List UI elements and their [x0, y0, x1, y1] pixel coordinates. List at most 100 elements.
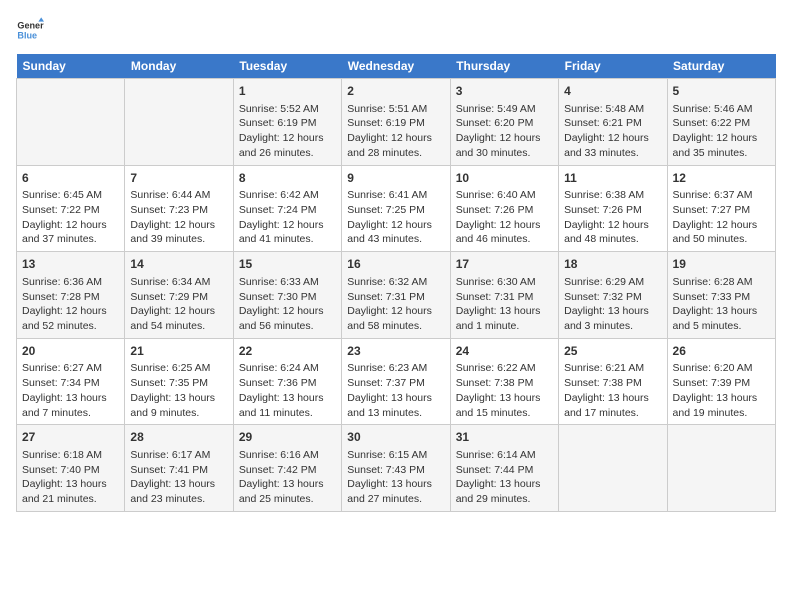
calendar-cell: 9Sunrise: 6:41 AMSunset: 7:25 PMDaylight…	[342, 165, 450, 252]
calendar-cell: 14Sunrise: 6:34 AMSunset: 7:29 PMDayligh…	[125, 252, 233, 339]
calendar-week-1: 1Sunrise: 5:52 AMSunset: 6:19 PMDaylight…	[17, 79, 776, 166]
calendar-cell: 13Sunrise: 6:36 AMSunset: 7:28 PMDayligh…	[17, 252, 125, 339]
day-content-line: Sunset: 7:38 PM	[456, 376, 553, 391]
day-content-line: Daylight: 13 hours and 3 minutes.	[564, 304, 661, 333]
day-content-line: Daylight: 12 hours and 39 minutes.	[130, 218, 227, 247]
calendar-cell: 23Sunrise: 6:23 AMSunset: 7:37 PMDayligh…	[342, 338, 450, 425]
day-content-line: Daylight: 12 hours and 43 minutes.	[347, 218, 444, 247]
day-content-line: Daylight: 13 hours and 23 minutes.	[130, 477, 227, 506]
day-number: 9	[347, 170, 444, 187]
calendar-cell: 15Sunrise: 6:33 AMSunset: 7:30 PMDayligh…	[233, 252, 341, 339]
day-content-line: Sunset: 7:30 PM	[239, 290, 336, 305]
calendar-cell: 28Sunrise: 6:17 AMSunset: 7:41 PMDayligh…	[125, 425, 233, 512]
day-number: 20	[22, 343, 119, 360]
day-content-line: Sunset: 7:31 PM	[456, 290, 553, 305]
calendar-cell: 21Sunrise: 6:25 AMSunset: 7:35 PMDayligh…	[125, 338, 233, 425]
day-content-line: Daylight: 12 hours and 33 minutes.	[564, 131, 661, 160]
day-header-tuesday: Tuesday	[233, 54, 341, 79]
calendar-cell	[559, 425, 667, 512]
day-content-line: Sunset: 6:19 PM	[239, 116, 336, 131]
day-content-line: Daylight: 13 hours and 1 minute.	[456, 304, 553, 333]
calendar-cell: 2Sunrise: 5:51 AMSunset: 6:19 PMDaylight…	[342, 79, 450, 166]
day-number: 12	[673, 170, 770, 187]
day-content-line: Sunrise: 6:45 AM	[22, 188, 119, 203]
day-number: 13	[22, 256, 119, 273]
calendar-cell: 5Sunrise: 5:46 AMSunset: 6:22 PMDaylight…	[667, 79, 775, 166]
calendar-cell: 10Sunrise: 6:40 AMSunset: 7:26 PMDayligh…	[450, 165, 558, 252]
day-content-line: Sunrise: 6:25 AM	[130, 361, 227, 376]
day-number: 2	[347, 83, 444, 100]
calendar-week-4: 20Sunrise: 6:27 AMSunset: 7:34 PMDayligh…	[17, 338, 776, 425]
day-content-line: Daylight: 13 hours and 15 minutes.	[456, 391, 553, 420]
calendar-table: SundayMondayTuesdayWednesdayThursdayFrid…	[16, 54, 776, 512]
day-number: 31	[456, 429, 553, 446]
day-content-line: Sunset: 7:41 PM	[130, 463, 227, 478]
day-content-line: Sunrise: 6:40 AM	[456, 188, 553, 203]
day-content-line: Sunrise: 6:28 AM	[673, 275, 770, 290]
day-content-line: Sunset: 7:25 PM	[347, 203, 444, 218]
day-header-thursday: Thursday	[450, 54, 558, 79]
day-number: 29	[239, 429, 336, 446]
day-content-line: Daylight: 13 hours and 7 minutes.	[22, 391, 119, 420]
day-content-line: Daylight: 12 hours and 35 minutes.	[673, 131, 770, 160]
day-number: 6	[22, 170, 119, 187]
day-content-line: Sunset: 7:28 PM	[22, 290, 119, 305]
day-number: 21	[130, 343, 227, 360]
calendar-cell: 7Sunrise: 6:44 AMSunset: 7:23 PMDaylight…	[125, 165, 233, 252]
day-content-line: Daylight: 13 hours and 21 minutes.	[22, 477, 119, 506]
calendar-cell: 30Sunrise: 6:15 AMSunset: 7:43 PMDayligh…	[342, 425, 450, 512]
day-content-line: Sunset: 7:32 PM	[564, 290, 661, 305]
day-content-line: Sunset: 6:21 PM	[564, 116, 661, 131]
day-content-line: Daylight: 12 hours and 26 minutes.	[239, 131, 336, 160]
day-number: 27	[22, 429, 119, 446]
day-number: 23	[347, 343, 444, 360]
day-number: 4	[564, 83, 661, 100]
calendar-cell: 31Sunrise: 6:14 AMSunset: 7:44 PMDayligh…	[450, 425, 558, 512]
day-content-line: Sunset: 7:39 PM	[673, 376, 770, 391]
day-number: 15	[239, 256, 336, 273]
calendar-cell: 18 Sunrise: 6:29 AMSunset: 7:32 PMDayligh…	[559, 252, 667, 339]
day-header-wednesday: Wednesday	[342, 54, 450, 79]
logo-icon: General Blue	[16, 16, 44, 44]
day-number: 14	[130, 256, 227, 273]
calendar-cell: 16Sunrise: 6:32 AMSunset: 7:31 PMDayligh…	[342, 252, 450, 339]
day-content-line: Daylight: 13 hours and 19 minutes.	[673, 391, 770, 420]
calendar-cell	[17, 79, 125, 166]
day-number: 18	[564, 256, 661, 273]
day-content-line: Sunrise: 6:30 AM	[456, 275, 553, 290]
day-number: 1	[239, 83, 336, 100]
day-content-line: Sunset: 7:26 PM	[456, 203, 553, 218]
day-content-line: Sunset: 7:37 PM	[347, 376, 444, 391]
day-content-line: Sunrise: 6:36 AM	[22, 275, 119, 290]
day-content-line: Daylight: 12 hours and 37 minutes.	[22, 218, 119, 247]
day-content-line: Daylight: 12 hours and 50 minutes.	[673, 218, 770, 247]
day-content-line: Sunrise: 5:51 AM	[347, 102, 444, 117]
day-content-line: Sunset: 7:23 PM	[130, 203, 227, 218]
day-content-line: Sunrise: 6:37 AM	[673, 188, 770, 203]
day-content-line: Sunrise: 6:18 AM	[22, 448, 119, 463]
day-content-line: Sunrise: 6:42 AM	[239, 188, 336, 203]
day-content-line: Sunrise: 6:32 AM	[347, 275, 444, 290]
days-header-row: SundayMondayTuesdayWednesdayThursdayFrid…	[17, 54, 776, 79]
calendar-week-3: 13 Sunrise: 6:36 AMSunset: 7:28 PM Dayligh…	[17, 252, 776, 339]
calendar-cell: 29Sunrise: 6:16 AMSunset: 7:42 PMDayligh…	[233, 425, 341, 512]
svg-text:Blue: Blue	[17, 30, 37, 40]
day-content-line: Sunrise: 6:27 AM	[22, 361, 119, 376]
calendar-cell: 3Sunrise: 5:49 AMSunset: 6:20 PMDaylight…	[450, 79, 558, 166]
day-number: 22	[239, 343, 336, 360]
day-number: 25	[564, 343, 661, 360]
calendar-cell: 20Sunrise: 6:27 AMSunset: 7:34 PMDayligh…	[17, 338, 125, 425]
day-content-line: Sunset: 7:29 PM	[130, 290, 227, 305]
day-content-line: Sunrise: 6:22 AM	[456, 361, 553, 376]
day-content-line: Sunset: 7:36 PM	[239, 376, 336, 391]
day-number: 3	[456, 83, 553, 100]
day-content-line: Sunrise: 6:20 AM	[673, 361, 770, 376]
day-content-line: Sunset: 7:33 PM	[673, 290, 770, 305]
day-number: 30	[347, 429, 444, 446]
day-number: 7	[130, 170, 227, 187]
day-content-line: Sunset: 7:31 PM	[347, 290, 444, 305]
day-content-line: Sunrise: 6:29 AM	[564, 275, 661, 290]
day-content-line: Daylight: 13 hours and 17 minutes.	[564, 391, 661, 420]
day-header-friday: Friday	[559, 54, 667, 79]
day-number: 19	[673, 256, 770, 273]
